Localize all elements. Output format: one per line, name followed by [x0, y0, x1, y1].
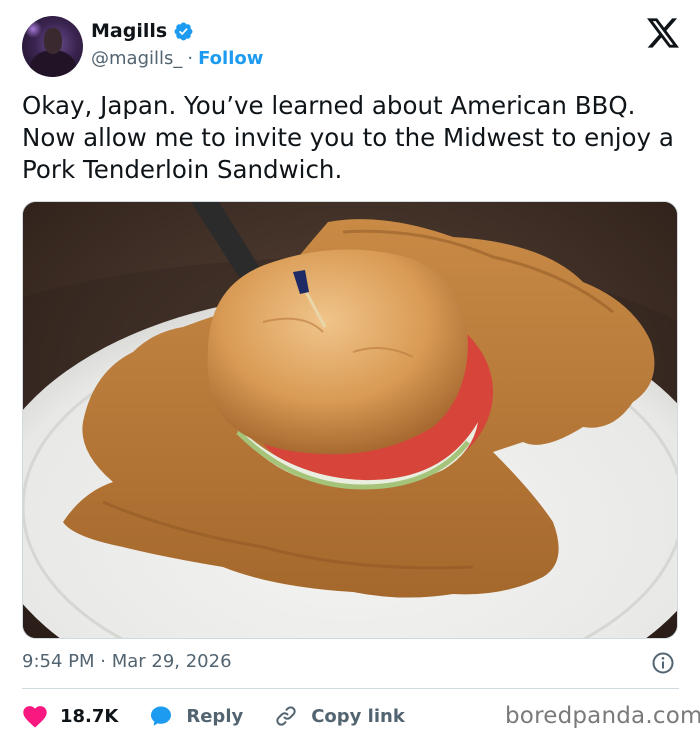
- copy-link-button[interactable]: Copy link: [273, 704, 405, 728]
- copy-link-label: Copy link: [311, 705, 405, 727]
- heart-icon: [23, 706, 47, 728]
- verified-badge-icon: [174, 22, 193, 40]
- link-icon: [276, 706, 296, 726]
- author-name-row: Magills: [91, 20, 194, 42]
- handle-separator: ·: [187, 48, 194, 69]
- author-handle-row: @magills_ · Follow: [91, 48, 263, 69]
- tweet-text: Okay, Japan. You’ve learned about Americ…: [22, 91, 674, 184]
- follow-button[interactable]: Follow: [198, 48, 263, 69]
- like-button[interactable]: 18.7K: [22, 704, 118, 728]
- author-handle[interactable]: @magills_: [91, 48, 182, 69]
- author-display-name[interactable]: Magills: [91, 20, 167, 42]
- tweet-timestamp[interactable]: 9:54 PM · Mar 29, 2026: [22, 651, 232, 672]
- avatar-glow: [24, 20, 42, 38]
- tweet-actions-bar: 18.7K Reply Copy link: [22, 700, 435, 732]
- pork-tenderloin-sandwich-image: [23, 202, 677, 638]
- avatar-shoulders: [30, 50, 76, 77]
- x-logo-icon[interactable]: [647, 18, 679, 48]
- watermark: boredpanda.com: [505, 703, 700, 729]
- avatar-face: [44, 28, 62, 54]
- avatar[interactable]: [22, 16, 83, 77]
- reply-label: Reply: [186, 705, 244, 727]
- actions-divider: [22, 688, 679, 689]
- speech-bubble-icon: [151, 706, 172, 726]
- info-icon[interactable]: [651, 651, 675, 675]
- reply-button[interactable]: Reply: [148, 704, 243, 728]
- tweet-photo[interactable]: [22, 201, 678, 639]
- like-count: 18.7K: [60, 705, 119, 727]
